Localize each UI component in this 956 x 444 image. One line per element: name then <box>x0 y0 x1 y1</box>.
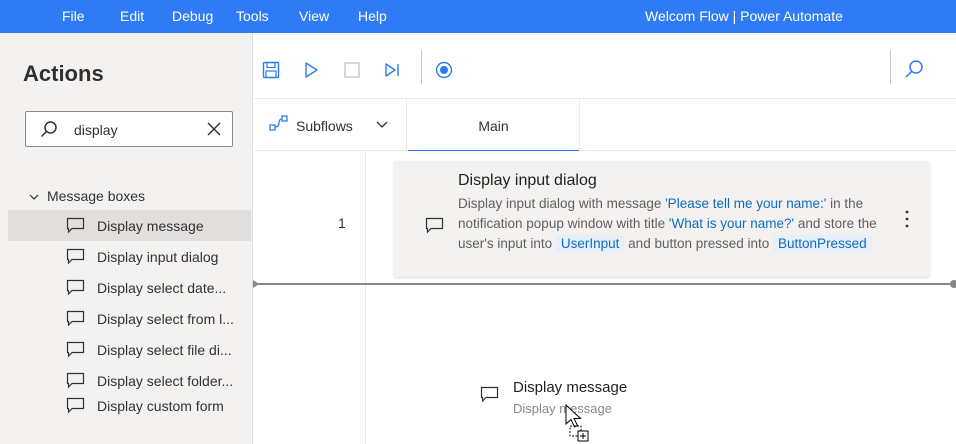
action-step-display-input-dialog[interactable]: Display input dialog Display input dialo… <box>394 161 930 277</box>
clear-icon[interactable] <box>206 120 222 138</box>
chevron-down-icon <box>376 121 388 128</box>
menu-view[interactable]: View <box>299 8 329 24</box>
action-item-display-select-date[interactable]: Display select date... <box>8 272 251 303</box>
step-desc-text: Display input dialog with message <box>458 196 666 211</box>
step-title: Display input dialog <box>458 172 597 189</box>
step-description: Display input dialog with message 'Pleas… <box>458 194 898 254</box>
drag-cursor-icon <box>565 404 589 442</box>
message-icon <box>66 279 85 296</box>
toolbar-divider <box>890 50 891 84</box>
menu-debug[interactable]: Debug <box>172 8 213 24</box>
menu-edit[interactable]: Edit <box>120 8 144 24</box>
app-title: Welcom Flow | Power Automate <box>645 8 843 24</box>
message-icon <box>66 217 85 234</box>
menu-file[interactable]: File <box>62 8 85 24</box>
toolbar-divider <box>421 50 422 84</box>
group-message-boxes[interactable]: Message boxes <box>29 188 145 204</box>
action-item-display-custom-form[interactable]: Display custom form <box>8 390 251 421</box>
run-icon[interactable] <box>302 61 320 79</box>
subflows-label: Subflows <box>296 118 353 134</box>
search-icon <box>40 121 57 138</box>
save-icon[interactable] <box>262 61 280 79</box>
message-icon <box>66 397 85 414</box>
menu-help[interactable]: Help <box>358 8 387 24</box>
message-icon <box>480 386 499 403</box>
tab-main[interactable]: Main <box>408 99 580 152</box>
variable-user-input[interactable]: UserInput <box>555 235 625 252</box>
flow-tabs: Subflows Main <box>254 99 956 152</box>
title-bar: File Edit Debug Tools View Help Welcom F… <box>0 0 956 33</box>
message-icon <box>66 372 85 389</box>
step-window-title-value: 'What is your name?' <box>668 216 795 231</box>
message-icon <box>66 310 85 327</box>
message-icon <box>66 341 85 358</box>
flow-canvas[interactable]: 1 Display input dialog Display input dia… <box>253 151 956 444</box>
actions-title: Actions <box>23 61 104 86</box>
drop-indicator-line <box>254 283 956 285</box>
action-item-display-input-dialog[interactable]: Display input dialog <box>8 241 251 272</box>
action-item-display-message[interactable]: Display message <box>8 210 251 241</box>
record-icon[interactable] <box>435 61 453 79</box>
step-message-value: 'Please tell me your name:' <box>665 196 827 211</box>
actions-pane: Actions display Message boxes Display me… <box>0 33 253 444</box>
step-desc-text: and button pressed into <box>624 236 774 251</box>
group-label: Message boxes <box>47 188 146 204</box>
menu-tools[interactable]: Tools <box>236 8 269 24</box>
line-number-gutter <box>365 151 366 444</box>
dragged-action-title: Display message <box>513 379 628 396</box>
actions-search-input[interactable]: display <box>25 111 233 147</box>
subflows-dropdown[interactable]: Subflows <box>254 99 407 151</box>
search-icon[interactable] <box>904 59 924 79</box>
action-item-label: Display input dialog <box>97 249 219 265</box>
action-item-label: Display select date... <box>97 280 227 296</box>
action-item-label: Display select from l... <box>97 311 234 327</box>
action-item-display-select-from-list[interactable]: Display select from l... <box>8 303 251 334</box>
subflow-icon <box>269 115 288 131</box>
step-number: 1 <box>338 215 346 231</box>
drop-indicator-end <box>950 280 956 288</box>
action-item-label: Display select file di... <box>97 342 232 358</box>
action-item-label: Display custom form <box>97 398 224 414</box>
stop-icon[interactable] <box>343 61 361 79</box>
variable-button-pressed[interactable]: ButtonPressed <box>773 235 872 252</box>
action-item-display-select-file-dialog[interactable]: Display select file di... <box>8 334 251 365</box>
run-next-action-icon[interactable] <box>383 61 401 79</box>
chevron-down-icon <box>29 194 39 200</box>
toolbar <box>254 33 956 99</box>
message-icon <box>425 217 444 234</box>
search-value: display <box>74 122 118 138</box>
action-item-label: Display message <box>97 218 204 234</box>
tab-main-label: Main <box>478 118 509 134</box>
action-item-label: Display select folder... <box>97 373 234 389</box>
drop-indicator-start <box>253 280 259 288</box>
more-options-icon[interactable] <box>904 209 910 229</box>
message-icon <box>66 248 85 265</box>
dragged-action-subtitle: Display message <box>513 401 612 416</box>
